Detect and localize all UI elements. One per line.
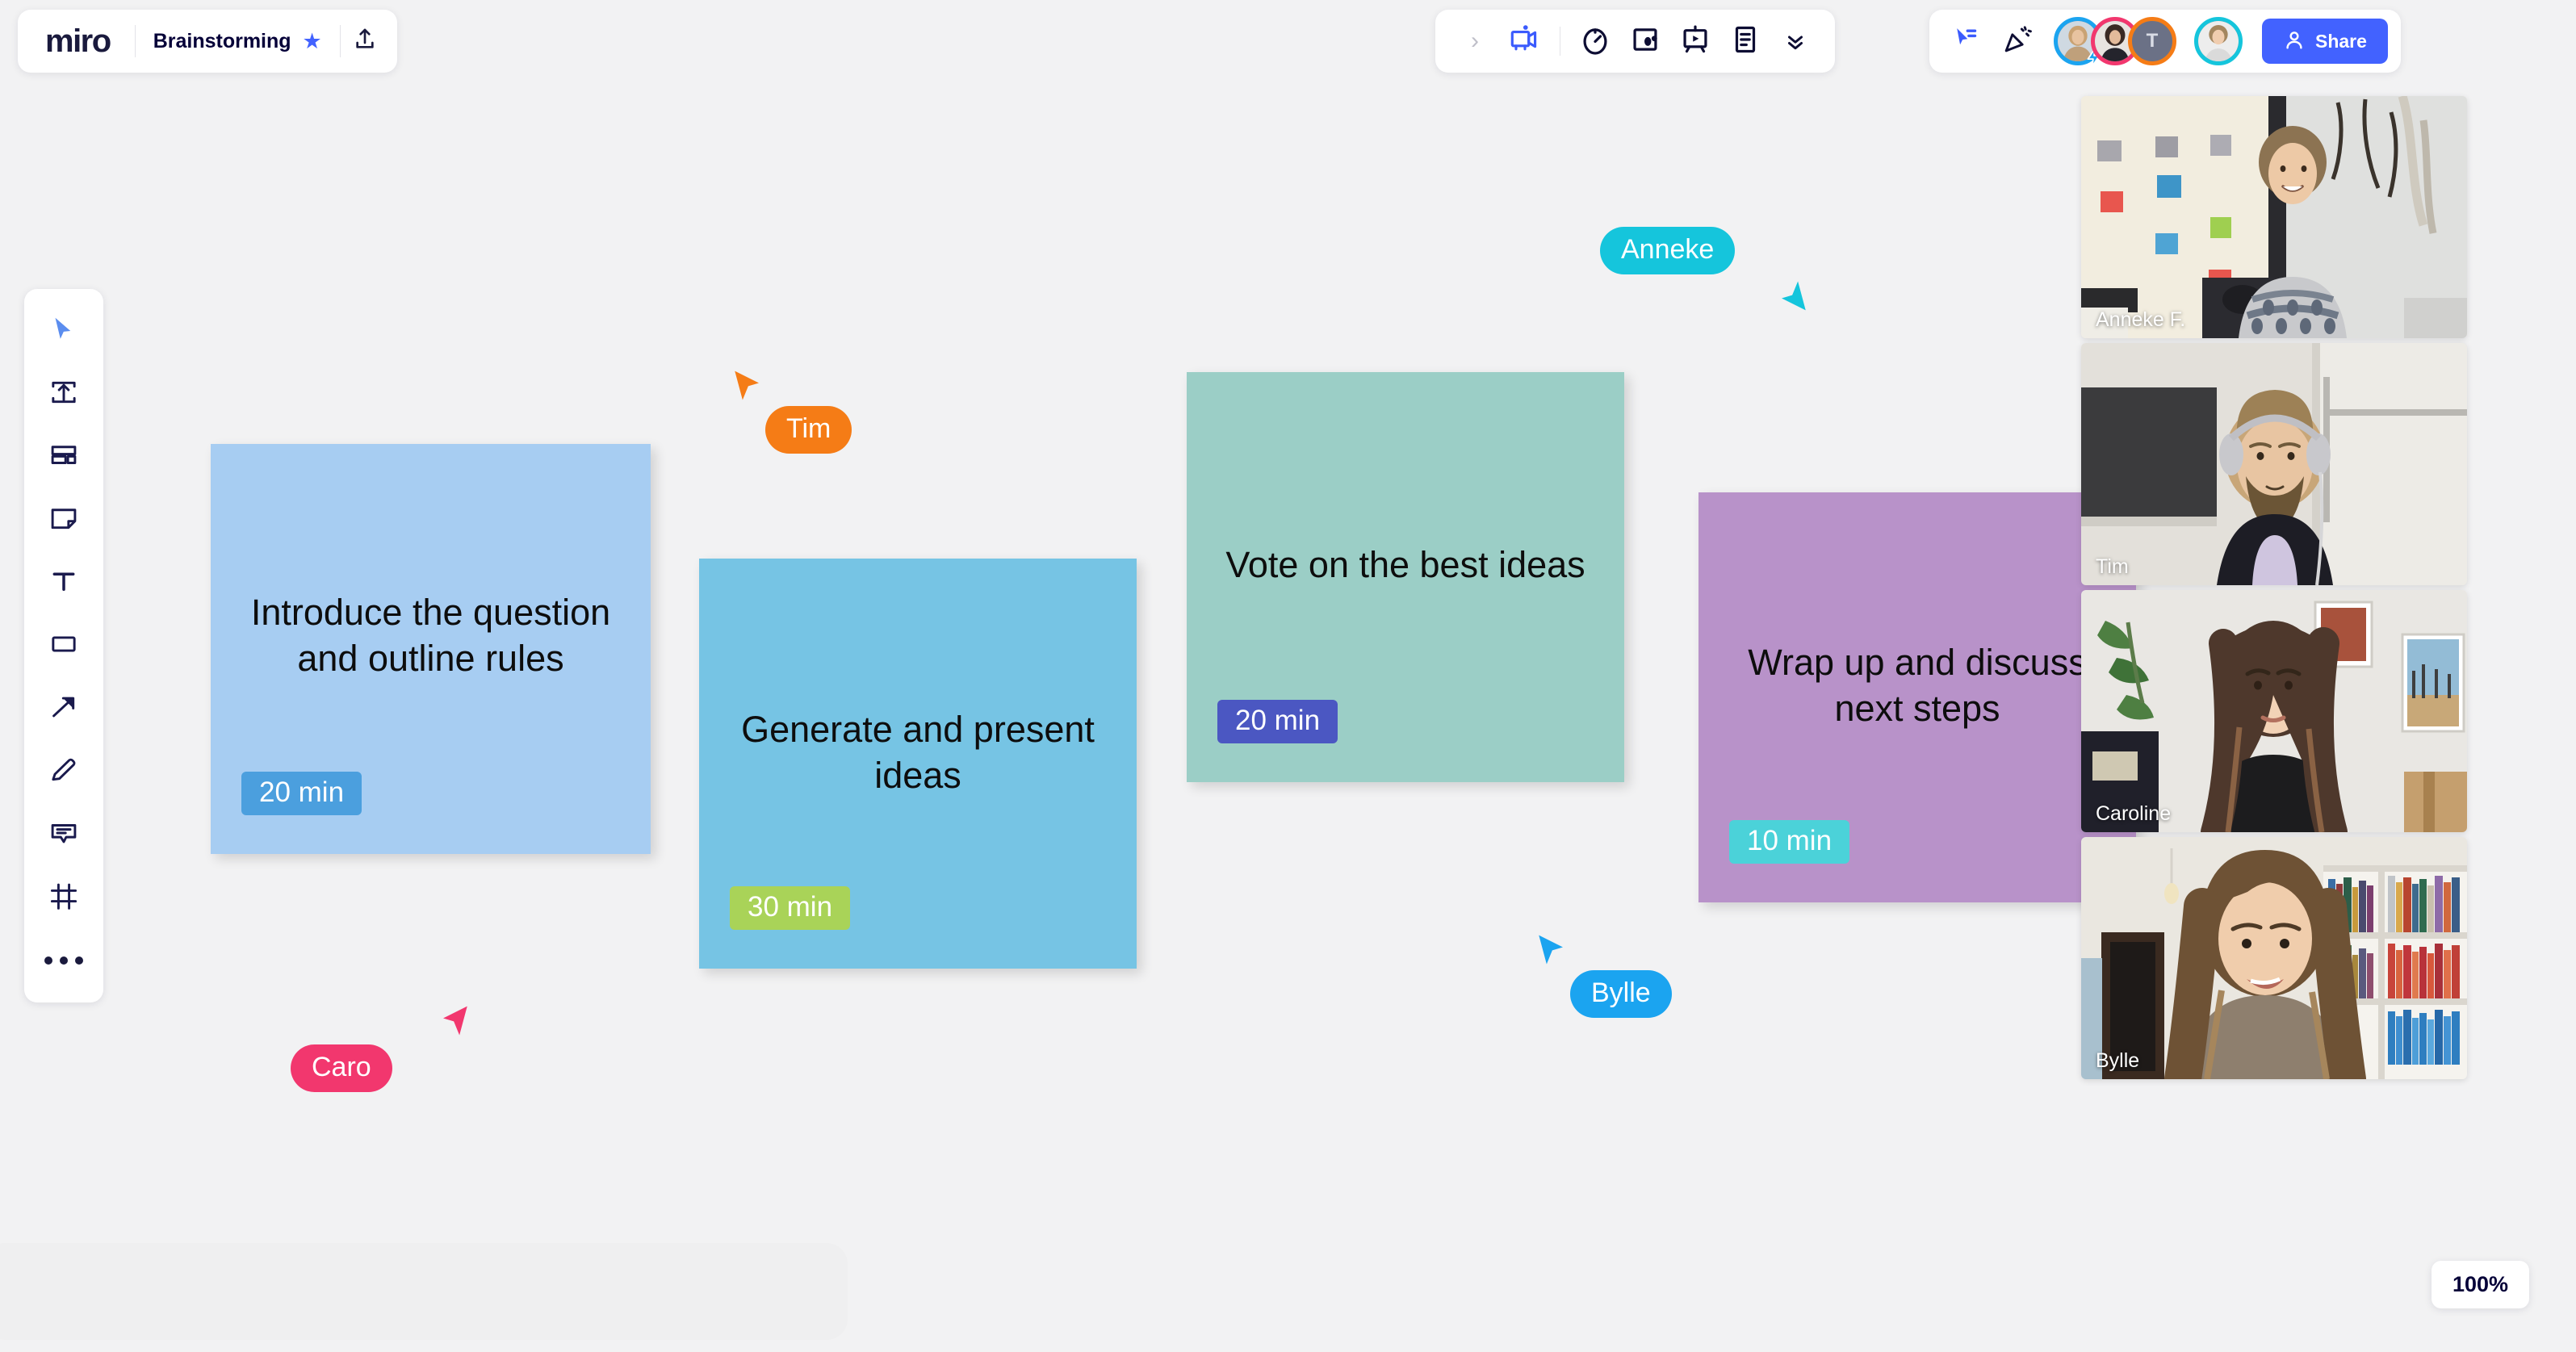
status-badge: 30 min <box>730 886 851 930</box>
video-chat-button[interactable] <box>1502 18 1548 65</box>
presence-toolbar: T Share <box>1929 10 2401 73</box>
avatar[interactable]: T <box>2128 17 2176 65</box>
creation-toolbar <box>24 289 103 1002</box>
status-badge: 20 min <box>241 772 362 815</box>
video-participant-name: Anneke F. <box>2096 308 2186 331</box>
video-camera-icon <box>1507 22 1543 61</box>
voting-icon <box>1628 23 1662 61</box>
timer-button[interactable] <box>1572 18 1619 65</box>
arrow-line-icon <box>48 692 79 726</box>
canvas-ghost-panel <box>0 1243 848 1340</box>
avatar[interactable] <box>2194 17 2243 65</box>
miro-logo[interactable]: miro <box>26 25 135 57</box>
video-participant-name: Bylle <box>2096 1049 2140 1072</box>
party-popper-icon <box>2001 23 2034 60</box>
cursor-chat-button[interactable] <box>1942 18 1989 65</box>
presentation-play-icon <box>1678 23 1712 61</box>
board-title-group: Brainstorming ★ <box>136 30 340 53</box>
text-t-icon <box>48 566 79 601</box>
avatar-photo <box>2198 21 2239 61</box>
stopwatch-timer-icon <box>1578 23 1612 61</box>
sticky-note[interactable]: Vote on the best ideas 20 min <box>1187 372 1624 782</box>
chevron-double-down-icon <box>1783 29 1807 53</box>
presentation-button[interactable] <box>1672 18 1719 65</box>
collaboration-toolbar: › <box>1435 10 1835 73</box>
sticky-note[interactable]: Generate and present ideas 30 min <box>699 559 1137 969</box>
miro-board-app: miro Brainstorming ★ › T Share Introduce… <box>0 0 2576 1352</box>
collaborator-name-label: Bylle <box>1570 970 1672 1018</box>
star-favorite-icon[interactable]: ★ <box>303 30 322 52</box>
sticky-note-text: Vote on the best ideas <box>1225 544 1585 586</box>
status-badge: 10 min <box>1729 820 1850 864</box>
sidebar-item-pen[interactable] <box>33 741 94 802</box>
video-participant-name: Caroline <box>2096 802 2172 825</box>
comment-bubble-icon <box>48 818 79 852</box>
video-tile[interactable]: Bylle <box>2081 837 2467 1079</box>
upload-box-icon <box>48 377 79 412</box>
sidebar-item-more[interactable] <box>33 930 94 991</box>
reactions-button[interactable] <box>1994 18 2041 65</box>
sticky-note-text: Introduce the question and outline rules <box>250 591 611 679</box>
collaborator-avatars: T <box>2054 17 2243 67</box>
collaborator-name-label: Anneke <box>1600 227 1736 274</box>
cursor-chat-icon <box>1950 23 1982 60</box>
status-badge: 20 min <box>1217 700 1338 743</box>
three-dots-icon <box>44 956 83 965</box>
cursor-arrow-icon <box>49 315 78 348</box>
frame-icon <box>48 881 79 915</box>
sidebar-item-templates[interactable] <box>33 426 94 488</box>
sticky-note[interactable]: Wrap up and discuss next steps 10 min <box>1698 492 2136 902</box>
share-button[interactable]: Share <box>2262 19 2388 64</box>
sticky-note-icon <box>48 503 79 538</box>
share-button-label: Share <box>2315 30 2367 52</box>
video-tile[interactable]: Caroline <box>2081 590 2467 832</box>
sticky-note[interactable]: Introduce the question and outline rules… <box>211 444 651 854</box>
upload-share-icon <box>352 27 378 57</box>
zoom-level-indicator[interactable]: 100% <box>2431 1261 2530 1308</box>
more-tools-button[interactable] <box>1772 18 1819 65</box>
sidebar-item-comment[interactable] <box>33 804 94 865</box>
templates-icon <box>48 440 79 475</box>
miro-logo-text: miro <box>45 23 111 59</box>
sidebar-item-shapes[interactable] <box>33 615 94 676</box>
sidebar-item-upload[interactable] <box>33 363 94 425</box>
rectangle-shape-icon <box>48 629 79 663</box>
sidebar-item-sticky-note[interactable] <box>33 489 94 550</box>
page-title[interactable]: Brainstorming <box>153 30 291 53</box>
video-feed <box>2081 590 2467 832</box>
upload-share-button[interactable] <box>341 18 389 65</box>
document-notes-icon <box>1728 23 1762 61</box>
chevron-right-icon: › <box>1471 27 1479 54</box>
sidebar-item-text[interactable] <box>33 552 94 613</box>
sidebar-item-select-cursor[interactable] <box>33 300 94 362</box>
sticky-note-text: Generate and present ideas <box>741 708 1095 796</box>
collaborator-name-label: Tim <box>765 406 852 454</box>
video-feed <box>2081 96 2467 338</box>
notes-button[interactable] <box>1722 18 1769 65</box>
board-header-bar: miro Brainstorming ★ <box>18 10 397 73</box>
sticky-note-text: Wrap up and discuss next steps <box>1748 641 2087 729</box>
voting-button[interactable] <box>1622 18 1669 65</box>
video-tile[interactable]: Tim <box>2081 343 2467 585</box>
sidebar-item-frame[interactable] <box>33 867 94 928</box>
pen-pencil-icon <box>48 755 79 789</box>
video-feed <box>2081 837 2467 1079</box>
cursor-pointer-icon <box>1776 277 1810 318</box>
video-participant-name: Tim <box>2096 555 2129 578</box>
cursor-pointer-icon <box>731 367 764 408</box>
video-call-panel: Anneke F. Tim Caroline Bylle <box>2081 96 2467 1079</box>
video-feed <box>2081 343 2467 585</box>
cursor-pointer-icon <box>438 1002 471 1044</box>
avatar-initial: T <box>2146 30 2159 52</box>
sidebar-item-connector[interactable] <box>33 678 94 739</box>
person-add-icon <box>2283 29 2306 54</box>
video-tile[interactable]: Anneke F. <box>2081 96 2467 338</box>
expand-chevron-right-button[interactable]: › <box>1451 18 1498 65</box>
cursor-pointer-icon <box>1535 931 1569 973</box>
collaborator-name-label: Caro <box>291 1044 392 1092</box>
